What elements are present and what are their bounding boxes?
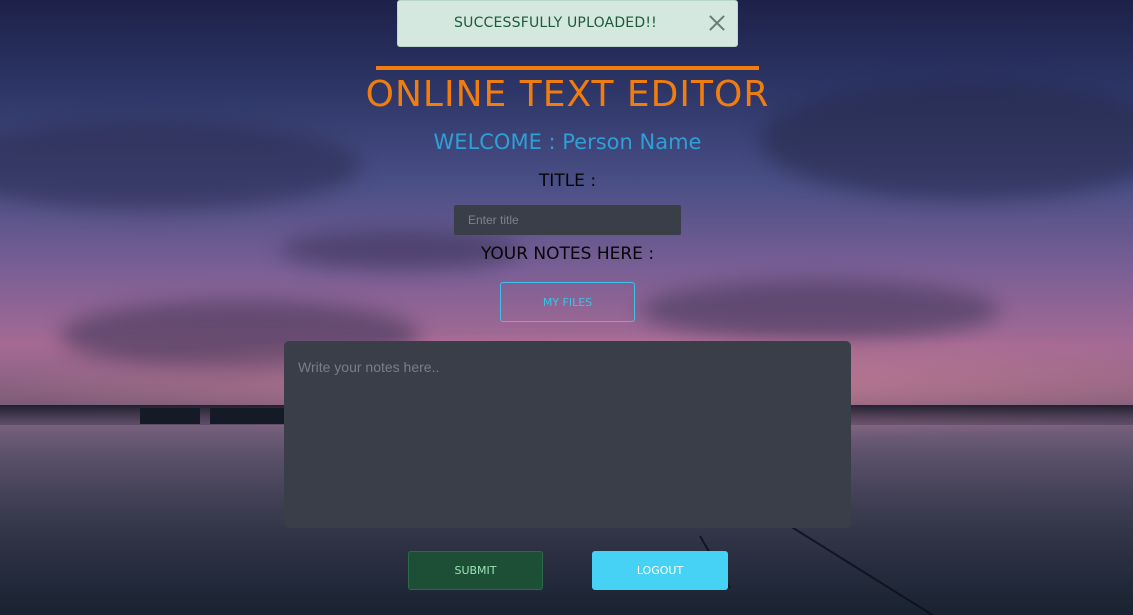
- toast-message: SUCCESSFULLY UPLOADED!!: [454, 15, 657, 31]
- title-accent-bar: [376, 66, 759, 70]
- upload-success-toast: SUCCESSFULLY UPLOADED!!: [397, 0, 738, 47]
- pier: [140, 408, 200, 424]
- submit-button[interactable]: SUBMIT: [408, 551, 543, 590]
- close-icon[interactable]: [707, 13, 727, 33]
- page-title: ONLINE TEXT EDITOR: [365, 74, 770, 115]
- my-files-button[interactable]: MY FILES: [500, 282, 635, 322]
- logout-button[interactable]: LOGOUT: [592, 551, 728, 590]
- notes-label: YOUR NOTES HERE :: [480, 244, 655, 264]
- page-background: SUCCESSFULLY UPLOADED!! ONLINE TEXT EDIT…: [0, 0, 1133, 615]
- welcome-text: WELCOME : Person Name: [433, 130, 702, 154]
- pier: [210, 408, 285, 424]
- title-input[interactable]: [454, 205, 681, 235]
- notes-textarea[interactable]: [284, 341, 851, 528]
- title-label: TITLE :: [538, 171, 597, 191]
